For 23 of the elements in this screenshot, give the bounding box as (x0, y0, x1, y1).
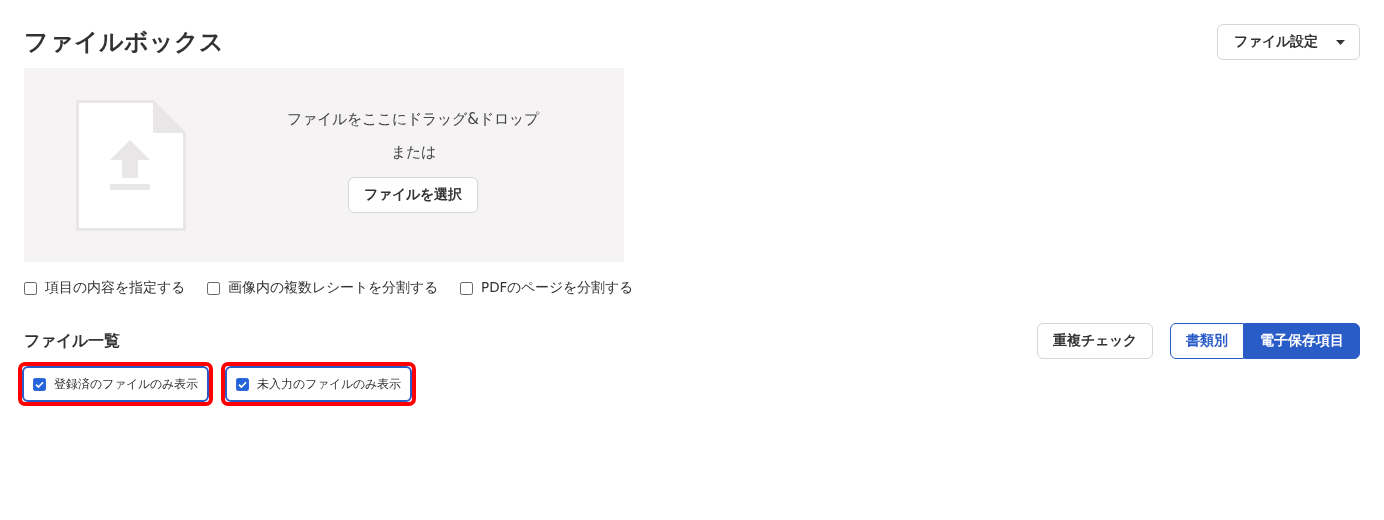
checkbox-label[interactable]: 項目の内容を指定する (45, 279, 185, 297)
filter-label: 未入力のファイルのみ表示 (257, 375, 401, 393)
checkbox-checked[interactable] (236, 377, 249, 391)
drop-instruction: ファイルをここにドラッグ&ドロップ (287, 109, 539, 129)
duplicate-check-button[interactable]: 重複チェック (1037, 323, 1153, 359)
filter-toggle[interactable]: 登録済のファイルのみ表示 (22, 366, 209, 402)
checkbox-label[interactable]: 画像内の複数レシートを分割する (228, 279, 438, 297)
filter-label: 登録済のファイルのみ表示 (54, 375, 198, 393)
checkbox[interactable] (460, 281, 473, 295)
checkbox-label[interactable]: PDFのページを分割する (481, 279, 634, 297)
checkbox[interactable] (207, 281, 220, 295)
select-file-button[interactable]: ファイルを選択 (348, 177, 478, 213)
caret-icon (1336, 39, 1345, 45)
file-upload-icon (76, 100, 186, 231)
file-settings-button[interactable]: ファイル設定 (1217, 24, 1360, 60)
section-heading: ファイル一覧 (24, 330, 120, 352)
page-title: ファイルボックス (24, 27, 224, 58)
checkbox[interactable] (24, 281, 37, 295)
filter-toggle[interactable]: 未入力のファイルのみ表示 (225, 366, 412, 402)
view-tab[interactable]: 書類別 (1170, 323, 1244, 359)
checkbox-checked[interactable] (33, 377, 46, 391)
or-text: または (390, 142, 436, 162)
view-tab[interactable]: 電子保存項目 (1244, 323, 1360, 359)
